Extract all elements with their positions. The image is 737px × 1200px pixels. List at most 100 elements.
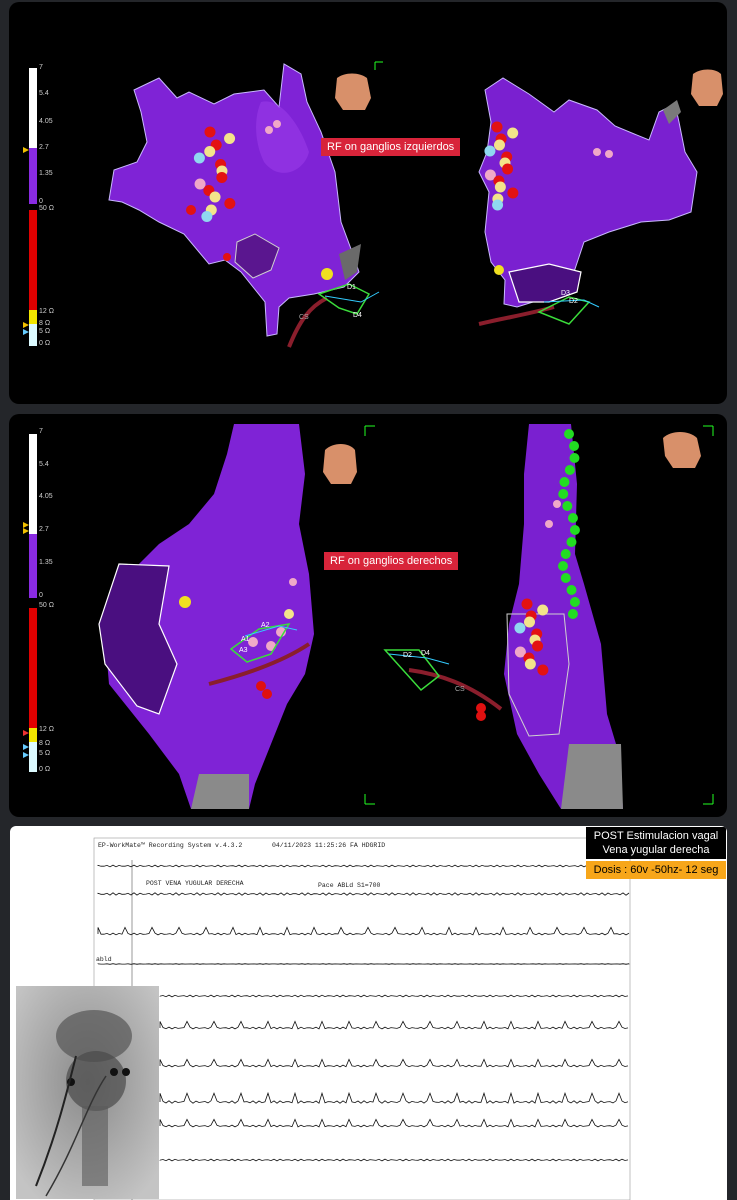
scale-tick: 8 Ω bbox=[39, 320, 51, 327]
ablation-lesion-dot bbox=[194, 178, 206, 190]
ablation-lesion-dot bbox=[566, 585, 577, 595]
ablation-lesion-dot bbox=[560, 549, 571, 559]
dose-badge: Dosis : 60v -50hz- 12 seg bbox=[586, 861, 726, 879]
catheter-label: D2 bbox=[403, 652, 412, 659]
scale-tick: 4.05 bbox=[39, 118, 53, 125]
ablation-lesion-dot bbox=[193, 152, 205, 164]
catheter-label: D2 bbox=[569, 298, 578, 305]
ablation-lesion-dot bbox=[224, 198, 236, 209]
ablation-lesion-dot bbox=[564, 465, 575, 475]
ecg-trace bbox=[159, 1091, 629, 1104]
ablation-lesion-dot bbox=[553, 500, 561, 508]
scale-tick: 7 bbox=[39, 64, 43, 71]
ablation-lesion-dot bbox=[492, 199, 504, 211]
ablation-lesion-dot bbox=[224, 133, 236, 144]
ablation-lesion-dot bbox=[537, 664, 549, 676]
scale-tick: 7 bbox=[39, 428, 43, 435]
left-ganglia-label: RF on ganglios izquierdos bbox=[321, 138, 461, 156]
ablation-lesion-dot bbox=[569, 453, 580, 463]
ablation-lesion-dot bbox=[484, 145, 496, 157]
ablation-lesion-dot bbox=[209, 191, 221, 203]
post-title: POST Estimulacion vagal bbox=[593, 830, 719, 842]
ablation-lesion-dot bbox=[273, 120, 281, 128]
ablation-lesion-dot bbox=[201, 211, 213, 222]
ablation-lesion-dot bbox=[284, 609, 294, 619]
scale-tick: 4.05 bbox=[39, 493, 53, 500]
scale-tick: 50 Ω bbox=[39, 205, 54, 212]
ablation-lesion-dot bbox=[567, 513, 578, 523]
ablation-lesion-dot bbox=[494, 181, 506, 193]
ecg-recording-panel: EP-WorkMate™ Recording System v.4.3.2 04… bbox=[10, 826, 727, 1200]
ablation-lesion-dot bbox=[524, 658, 536, 670]
left-ganglia-3d-map bbox=[23, 61, 723, 348]
scale-tick: 5 Ω bbox=[39, 750, 51, 757]
ablation-lesion-dot bbox=[523, 616, 535, 628]
ablation-lesion-dot bbox=[569, 525, 580, 535]
catheter-label: D4 bbox=[353, 312, 362, 319]
scale-tick: 50 Ω bbox=[39, 602, 54, 609]
recording-system-header: EP-WorkMate™ Recording System v.4.3.2 bbox=[98, 842, 243, 849]
ablation-lesion-dot bbox=[545, 520, 553, 528]
scale-tick: 0 Ω bbox=[39, 766, 51, 773]
ablation-lesion-dot bbox=[502, 163, 514, 175]
ablation-lesion-dot bbox=[559, 477, 570, 487]
right-ganglia-3d-map bbox=[23, 424, 714, 809]
catheter-label: A1 bbox=[241, 636, 250, 643]
channel-label: abld bbox=[96, 956, 112, 963]
scale-tick: 1.35 bbox=[39, 559, 53, 566]
scale-tick: 8 Ω bbox=[39, 740, 51, 747]
ablation-lesion-dot bbox=[186, 205, 196, 215]
ecg-trace bbox=[97, 963, 630, 965]
ablation-lesion-dot bbox=[562, 501, 573, 511]
ablation-lesion-dot bbox=[216, 172, 228, 183]
ablation-lesion-dot bbox=[560, 573, 571, 583]
catheter-label: A3 bbox=[239, 647, 248, 654]
ablation-lesion-dot bbox=[507, 187, 519, 199]
ablation-lesion-dot bbox=[514, 622, 526, 634]
scale-tick: 2.7 bbox=[39, 144, 49, 151]
catheter-label: CS bbox=[299, 314, 309, 321]
ecg-trace bbox=[159, 994, 629, 998]
right-ganglia-label: RF on ganglios derechos bbox=[324, 552, 459, 570]
ablation-lesion-dot bbox=[223, 253, 231, 261]
scale-tick: 1.35 bbox=[39, 170, 53, 177]
scale-tick: 2.7 bbox=[39, 526, 49, 533]
annotation-pace: Pace ABLd S1=700 bbox=[318, 882, 381, 889]
catheter-label: A2 bbox=[261, 622, 270, 629]
ablation-lesion-dot bbox=[537, 604, 549, 616]
ecg-trace bbox=[97, 892, 630, 896]
ablation-lesion-dot bbox=[558, 489, 569, 499]
ablation-lesion-dot bbox=[204, 126, 216, 138]
annotation-post-vena: POST VENA YUGULAR DERECHA bbox=[146, 880, 244, 887]
scale-tick: 5.4 bbox=[39, 90, 49, 97]
ablation-lesion-dot bbox=[507, 127, 519, 139]
ablation-lesion-dot bbox=[593, 148, 601, 156]
ecg-trace bbox=[97, 926, 630, 936]
torso-orientation-icon bbox=[335, 73, 371, 110]
ablation-lesion-dot bbox=[569, 597, 580, 607]
scale-tick: 0 bbox=[39, 592, 43, 599]
ablation-lesion-dot bbox=[491, 121, 503, 133]
scale-tick: 0 bbox=[39, 198, 43, 205]
ablation-lesion-dot bbox=[569, 441, 580, 451]
ablation-lesion-dot bbox=[265, 126, 273, 134]
scale-tick: 0 Ω bbox=[39, 340, 51, 347]
scale-tick: 5 Ω bbox=[39, 328, 51, 335]
ablation-lesion-dot bbox=[564, 429, 574, 439]
ecg-trace bbox=[159, 1118, 629, 1128]
ablation-lesion-dot bbox=[204, 146, 216, 157]
ablation-lesion-dot bbox=[521, 598, 533, 610]
ablation-lesion-dot bbox=[567, 609, 578, 619]
post-subtitle: Vena yugular derecha bbox=[602, 844, 710, 856]
ecg-trace bbox=[159, 1058, 629, 1068]
scale-tick: 5.4 bbox=[39, 461, 49, 468]
ablation-lesion-dot bbox=[532, 640, 544, 652]
ablation-lesion-dot bbox=[558, 561, 569, 571]
right-ganglia-map-panel: RF on ganglios derechos 7 5.4 4.05 2.7 1… bbox=[9, 414, 727, 817]
post-stimulation-box: POST Estimulacion vagal Vena yugular der… bbox=[586, 827, 726, 859]
scale-tick: 12 Ω bbox=[39, 308, 54, 315]
ecg-trace bbox=[159, 1158, 629, 1162]
catheter-label: D1 bbox=[347, 284, 356, 291]
fluoroscopy-image bbox=[16, 986, 159, 1199]
recording-date: 04/11/2023 11:25:26 FA HDGRID bbox=[272, 842, 386, 849]
